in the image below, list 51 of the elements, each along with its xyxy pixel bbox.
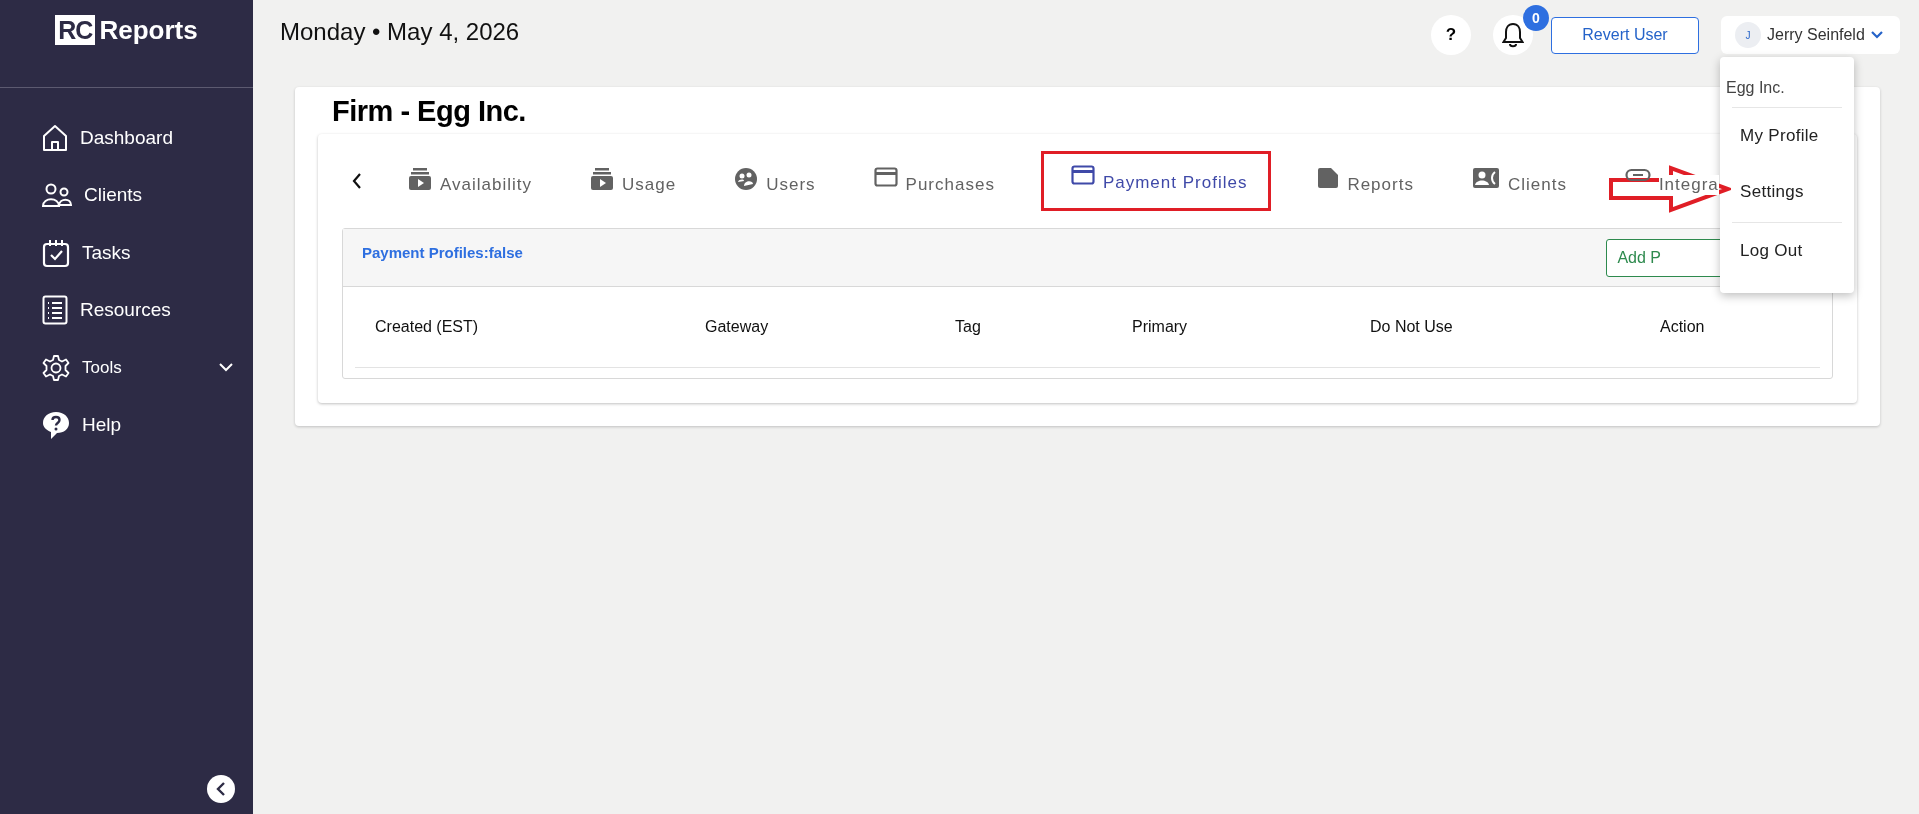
chevron-left-icon xyxy=(216,782,226,796)
tab[interactable]: Availability xyxy=(396,159,544,203)
link-icon xyxy=(1624,167,1651,183)
video-stack-icon xyxy=(408,167,432,191)
credit-card-icon xyxy=(1070,165,1095,185)
column-header: Gateway xyxy=(705,318,770,336)
help-icon xyxy=(42,410,70,441)
bell-icon xyxy=(1502,22,1524,48)
nav-item[interactable]: Resources xyxy=(0,281,253,339)
date-text: Monday • May 4, 2026 xyxy=(280,18,520,46)
column-header: Action xyxy=(1660,318,1706,336)
menu-item[interactable]: My Profile xyxy=(1720,108,1854,164)
document-icon xyxy=(1317,167,1340,189)
notification-button[interactable] xyxy=(1493,15,1533,55)
collapse-button[interactable] xyxy=(207,775,235,803)
column-header: Do Not Use xyxy=(1370,318,1454,336)
panel-title: Payment Profiles:false xyxy=(362,244,523,261)
menu-item[interactable]: Settings xyxy=(1720,164,1854,220)
nav-item[interactable]: Dashboard xyxy=(0,109,253,167)
logo-badge: RC xyxy=(55,15,96,45)
calendar-check-icon xyxy=(42,237,70,268)
nav-item[interactable]: Tools xyxy=(0,339,253,397)
logo-text: Reports xyxy=(99,15,198,45)
help-button[interactable]: ? xyxy=(1431,15,1471,55)
nav-item[interactable]: Clients xyxy=(0,166,253,224)
tab[interactable]: Reports xyxy=(1305,159,1426,203)
list-icon xyxy=(42,295,68,326)
chevron-left-icon xyxy=(352,173,362,189)
column-header: Primary xyxy=(1132,318,1189,336)
tab[interactable]: Usage xyxy=(578,159,689,203)
user-menu-button[interactable]: J Jerry Seinfeld xyxy=(1721,16,1900,54)
column-header: Created (EST) xyxy=(375,318,480,336)
chevron-down-icon xyxy=(1870,31,1883,39)
tab[interactable]: Clients xyxy=(1459,159,1579,203)
page-title: Firm - Egg Inc. xyxy=(332,95,527,128)
contact-card-icon xyxy=(1471,167,1500,189)
people-icon xyxy=(42,183,72,208)
users-icon xyxy=(734,167,759,191)
organization-name: Egg Inc. xyxy=(1725,78,1786,98)
notification-count: 0 xyxy=(1523,5,1549,31)
nav-item[interactable]: Tasks xyxy=(0,224,253,282)
tab[interactable]: Purchases xyxy=(861,159,1007,203)
tab[interactable]: Users xyxy=(722,159,828,203)
nav-item[interactable]: Help xyxy=(0,396,253,454)
home-icon xyxy=(42,123,68,152)
credit-card-icon xyxy=(873,167,898,187)
revert-user-button[interactable]: Revert User xyxy=(1551,16,1699,54)
video-stack-icon xyxy=(590,167,614,191)
tab[interactable]: Payment Profiles xyxy=(1040,151,1272,211)
settings-icon xyxy=(42,353,70,382)
column-header: Tag xyxy=(955,318,982,336)
